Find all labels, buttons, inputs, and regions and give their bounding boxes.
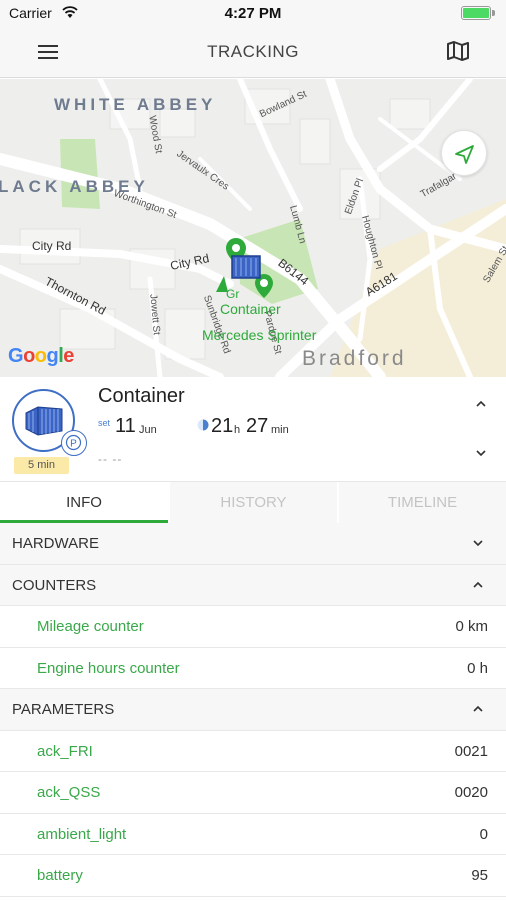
item-label: Mileage counter [37,618,144,635]
vehicle-markers[interactable] [214,234,284,304]
section-title: PARAMETERS [12,701,115,718]
item-value: 0 [479,825,488,843]
item-label: ack_QSS [37,784,101,801]
last-update-badge: 5 min [14,457,69,474]
list-item: ack_FRI 0021 [0,731,506,772]
duration-hours-unit: h [234,424,241,436]
chevron-up-icon[interactable] [472,705,484,713]
list-item: Mileage counter 0 km [0,606,506,648]
item-label: Engine hours counter [37,659,180,677]
marker-label: Container [220,301,281,317]
object-avatar: P [12,389,87,456]
item-value: 0 h [467,659,488,677]
status-time: 4:27 PM [224,5,282,22]
list-item: battery 95 [0,855,506,897]
item-label: ambient_light [37,825,127,843]
item-label: battery [37,867,83,884]
section-counters[interactable]: COUNTERS [0,564,506,606]
parking-badge-icon: P [61,430,87,456]
map-view[interactable]: WHITE ABBEY LACK ABBEY City Rd City Rd T… [0,79,506,377]
navigation-arrow-icon [455,145,474,164]
locate-button[interactable] [441,130,487,176]
chevron-down-icon[interactable] [474,448,488,458]
duration-minutes-unit: min [271,424,289,436]
chevron-down-icon[interactable] [472,539,484,547]
item-label: ack_FRI [37,742,93,760]
object-name: Container [98,385,185,407]
section-parameters[interactable]: PARAMETERS [0,689,506,731]
calendar-icon: set [98,418,111,428]
city-label: Bradford [302,347,407,370]
section-hardware[interactable]: HARDWARE [0,523,506,565]
duration-icon [197,419,209,431]
chevron-up-icon[interactable] [474,399,488,409]
duration-minutes: 27 [246,415,269,437]
svg-text:P: P [70,439,77,450]
nav-bar: TRACKING [0,26,506,78]
section-title: HARDWARE [12,535,99,552]
section-title: COUNTERS [12,576,97,594]
date-day: 11 [115,415,136,437]
list-item: ack_QSS 0020 [0,772,506,814]
address-text: -- -- [98,452,123,466]
tab-history[interactable]: HISTORY [170,482,337,523]
list-item: Engine hours counter 0 h [0,648,506,689]
item-value: 0021 [454,742,488,760]
district-label: WHITE ABBEY [54,95,217,114]
road-label: City Rd [32,239,72,253]
status-bar: Carrier 4:27 PM [0,0,506,26]
marker-label: Mercedes Sprinter [202,327,317,343]
item-value: 95 [471,867,488,884]
battery-icon [461,6,495,20]
chevron-up-icon[interactable] [472,581,484,589]
object-card[interactable]: P 5 min Container set 11 Jun 21 h 27 min… [0,377,506,481]
info-list: HARDWARE COUNTERS Mileage counter 0 km E… [0,523,506,897]
tab-timeline[interactable]: TIMELINE [339,482,506,523]
list-item: ambient_light 0 [0,814,506,855]
duration-hours: 21 [211,415,234,437]
date-month: Jun [139,424,157,436]
tab-bar: INFO HISTORY TIMELINE [0,481,506,523]
page-title: TRACKING [207,42,299,61]
item-value: 0020 [454,784,488,801]
google-logo: Google [8,345,74,367]
item-value: 0 km [455,618,488,635]
map-icon[interactable] [446,40,470,62]
tab-info[interactable]: INFO [0,482,168,523]
marker-label: Gr [226,287,240,301]
